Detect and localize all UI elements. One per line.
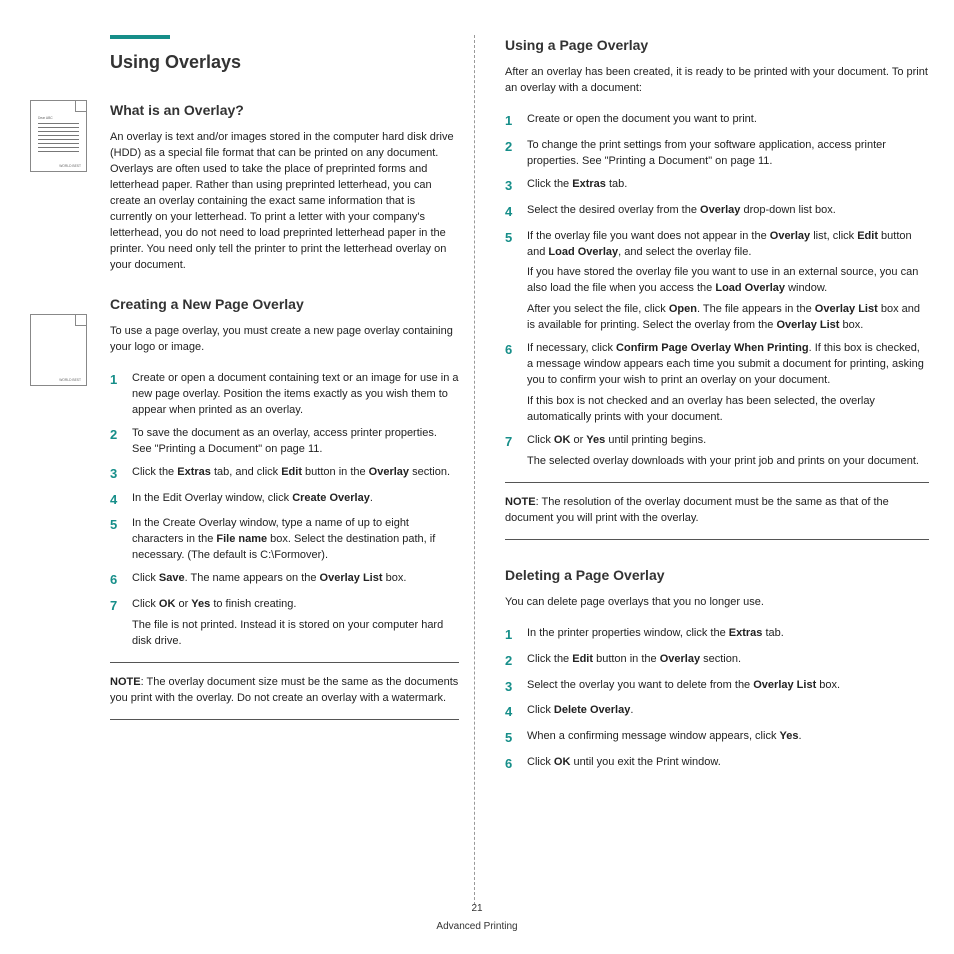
section-heading-using-overlay: Using a Page Overlay xyxy=(505,35,929,55)
steps-list-create: 1Create or open a document containing te… xyxy=(110,371,459,650)
paragraph: An overlay is text and/or images stored … xyxy=(110,130,459,273)
section-heading-deleting-overlay: Deleting a Page Overlay xyxy=(505,565,929,585)
section-heading-what-is-overlay: What is an Overlay? xyxy=(110,100,459,120)
paragraph: After an overlay has been created, it is… xyxy=(505,65,929,97)
section-heading-creating-overlay: Creating a New Page Overlay xyxy=(110,294,459,314)
steps-list-delete: 1In the printer properties window, click… xyxy=(505,626,929,774)
paragraph: To use a page overlay, you must create a… xyxy=(110,324,459,356)
note-use: NOTE: The resolution of the overlay docu… xyxy=(505,495,929,527)
overlay-illustration-1: Dear ABC WORLD BEST xyxy=(30,100,87,172)
note-create: NOTE: The overlay document size must be … xyxy=(110,675,459,707)
page-footer: 21 Advanced Printing xyxy=(0,902,954,934)
paragraph: You can delete page overlays that you no… xyxy=(505,595,929,611)
page-title: Using Overlays xyxy=(35,49,459,75)
steps-list-use: 1Create or open the document you want to… xyxy=(505,112,929,470)
overlay-illustration-2: WORLD BEST xyxy=(30,314,87,386)
